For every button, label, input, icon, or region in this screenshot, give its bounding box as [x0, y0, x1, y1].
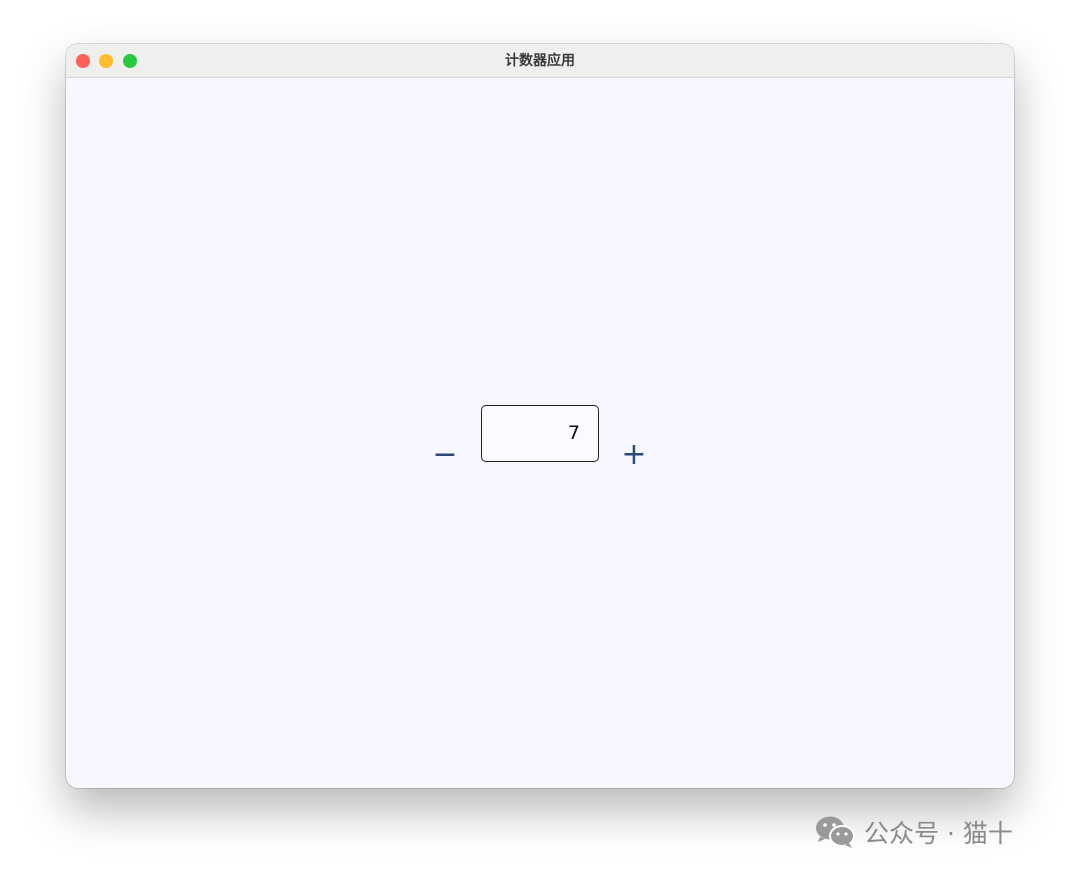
main-content: − 7 + — [66, 78, 1014, 788]
increment-button[interactable]: + — [616, 436, 652, 472]
title-bar[interactable]: 计数器应用 — [66, 44, 1014, 78]
window-title: 计数器应用 — [505, 53, 575, 69]
counter-value-field[interactable]: 7 — [481, 405, 599, 462]
watermark-text: 公众号 · 猫十 — [864, 819, 1013, 848]
app-window: 计数器应用 − 7 + — [66, 44, 1014, 788]
decrement-button[interactable]: − — [427, 436, 463, 472]
wechat-icon — [816, 816, 855, 848]
watermark: 公众号 · 猫十 — [814, 812, 1013, 852]
